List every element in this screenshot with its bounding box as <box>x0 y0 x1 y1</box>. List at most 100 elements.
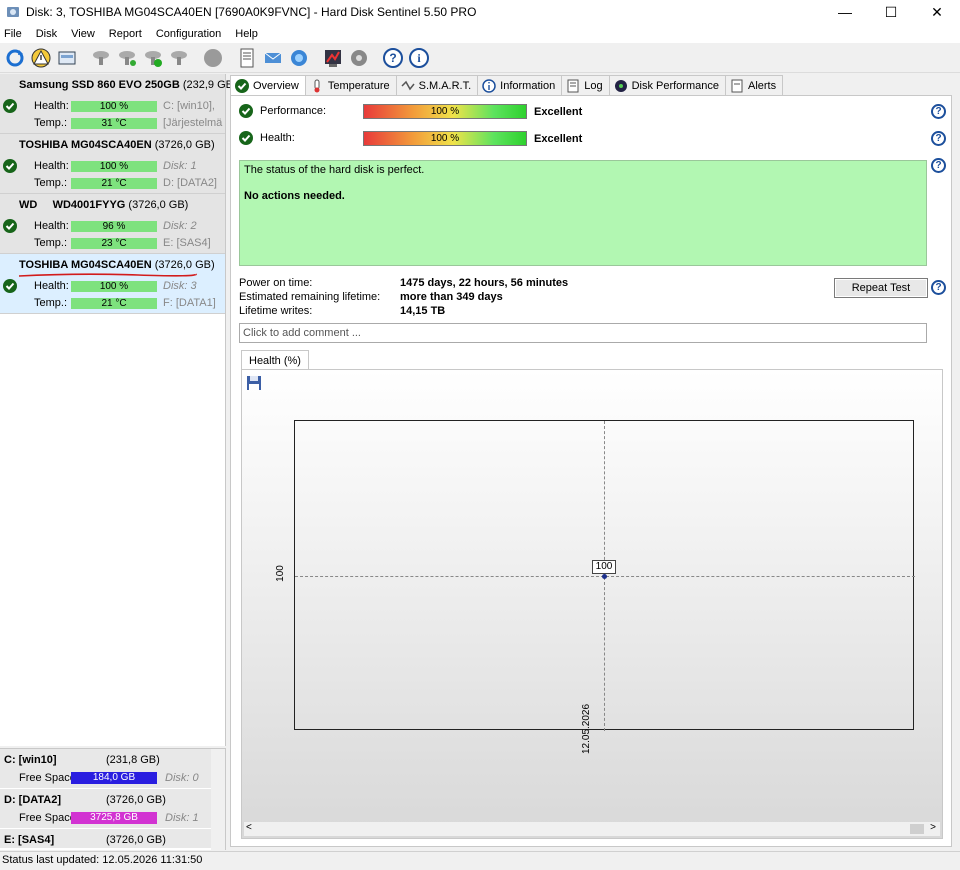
surface-test-icon[interactable] <box>346 45 372 71</box>
disk-icon[interactable] <box>54 45 80 71</box>
power-on-value: 1475 days, 22 hours, 56 minutes <box>400 277 569 289</box>
tab-temperature[interactable]: Temperature <box>304 75 397 95</box>
disk-item-0[interactable]: Samsung SSD 860 EVO 250GB (232,9 GB) D H… <box>0 74 248 134</box>
disk-index: Disk: 1 <box>163 160 197 172</box>
maximize-button[interactable]: ☐ <box>868 0 914 24</box>
toolbar: ? i <box>0 43 960 73</box>
temp-label: Temp.: <box>34 297 68 309</box>
status-action: No actions needed. <box>244 190 345 202</box>
info-icon <box>482 78 496 93</box>
disk-name: TOSHIBA MG04SCA40EN (3726,0 GB) <box>19 139 215 151</box>
help-icon[interactable]: ? <box>931 104 946 119</box>
menu-report[interactable]: Report <box>109 28 142 40</box>
help-icon[interactable]: ? <box>931 280 946 295</box>
scroll-right-arrow[interactable]: > <box>930 822 936 833</box>
menu-configuration[interactable]: Configuration <box>156 28 221 40</box>
partition-item-d[interactable]: D: [DATA2] (3726,0 GB) Free Space 3725,8… <box>0 789 225 829</box>
network-icon[interactable] <box>286 45 312 71</box>
refresh-icon[interactable] <box>2 45 28 71</box>
report-icon[interactable] <box>234 45 260 71</box>
free-space-bar: 3725,8 GB <box>71 812 157 824</box>
scroll-thumb[interactable] <box>910 824 924 834</box>
comment-field[interactable]: Click to add comment ... <box>239 323 927 343</box>
disk-item-1[interactable]: TOSHIBA MG04SCA40EN (3726,0 GB) Health: … <box>0 134 225 194</box>
sensor-add-icon[interactable] <box>114 45 140 71</box>
disk-partition-info: E: [SAS4] <box>163 237 211 249</box>
help-icon[interactable]: ? <box>931 131 946 146</box>
help-icon[interactable]: ? <box>380 45 406 71</box>
sensor-icon[interactable] <box>88 45 114 71</box>
partition-size: (231,8 GB) <box>106 754 160 766</box>
temp-bar: 21 °C <box>71 298 157 309</box>
disk-item-2[interactable]: WD WD4001FYYG (3726,0 GB) Health: 96 % D… <box>0 194 225 254</box>
log-icon <box>567 79 579 92</box>
tab-label: Information <box>500 79 556 92</box>
status-bar: Status last updated: 12.05.2026 11:31:50 <box>0 851 960 870</box>
tab-label: Disk Performance <box>631 79 719 92</box>
ok-check-icon <box>3 219 17 233</box>
temp-label: Temp.: <box>34 237 68 249</box>
remaining-lifetime-value: more than 349 days <box>400 291 503 303</box>
tab-health-graph[interactable]: Health (%) <box>241 350 309 370</box>
scroll-left-arrow[interactable]: < <box>246 822 252 833</box>
close-button[interactable]: ✕ <box>914 0 960 24</box>
benchmark-icon[interactable] <box>320 45 346 71</box>
help-icon[interactable]: ? <box>931 158 946 173</box>
partition-name: D: [DATA2] <box>4 794 62 806</box>
alerts-icon <box>731 79 743 92</box>
partition-disk: Disk: 0 <box>165 772 199 784</box>
send-report-icon[interactable] <box>260 45 286 71</box>
menu-help[interactable]: Help <box>235 28 258 40</box>
disk-name: TOSHIBA MG04SCA40EN (3726,0 GB) <box>19 259 215 271</box>
red-underline-mark <box>18 273 197 277</box>
partition-disk: Disk: 1 <box>165 812 199 824</box>
partition-size: (3726,0 GB) <box>106 794 166 806</box>
menu-file[interactable]: File <box>4 28 22 40</box>
minimize-button[interactable]: — <box>822 0 868 24</box>
alert-icon[interactable] <box>28 45 54 71</box>
menu-disk[interactable]: Disk <box>36 28 57 40</box>
ok-check-icon <box>3 159 17 173</box>
disk-item-3-selected[interactable]: TOSHIBA MG04SCA40EN (3726,0 GB) Health: … <box>0 254 225 314</box>
tab-log[interactable]: Log <box>561 75 610 95</box>
tab-label: S.M.A.R.T. <box>418 79 472 92</box>
health-label: Health: <box>34 220 69 232</box>
free-space-label: Free Space <box>19 812 76 824</box>
stop-icon[interactable] <box>200 45 226 71</box>
tab-overview[interactable]: Overview <box>230 75 306 96</box>
partition-name: C: [win10] <box>4 754 57 766</box>
tab-smart[interactable]: S.M.A.R.T. <box>395 75 479 95</box>
check-icon <box>235 79 249 93</box>
status-message: The status of the hard disk is perfect. <box>244 164 425 176</box>
disk-name: Samsung SSD 860 EVO 250GB (232,9 GB) D <box>19 79 248 91</box>
health-bar: 100 % <box>363 131 527 146</box>
partition-list: C: [win10] (231,8 GB) Free Space 184,0 G… <box>0 748 226 851</box>
chart-data-point <box>602 574 607 579</box>
partition-item-e[interactable]: E: [SAS4] (3726,0 GB) <box>0 829 225 849</box>
chart-y-tick-label: 100 <box>274 565 286 582</box>
sensor-settings-icon[interactable] <box>166 45 192 71</box>
save-icon[interactable] <box>246 375 262 391</box>
partition-item-c[interactable]: C: [win10] (231,8 GB) Free Space 184,0 G… <box>0 749 225 789</box>
sensor-check-icon[interactable] <box>140 45 166 71</box>
disk-partition-info: F: [DATA1] <box>163 297 216 309</box>
tab-disk-performance[interactable]: Disk Performance <box>608 75 726 95</box>
about-icon[interactable]: i <box>406 45 432 71</box>
menu-view[interactable]: View <box>71 28 95 40</box>
partition-name: E: [SAS4] <box>4 834 55 846</box>
tab-alerts[interactable]: Alerts <box>724 75 784 95</box>
disk-name: WD WD4001FYYG (3726,0 GB) <box>19 199 189 211</box>
partition-scrollbar[interactable] <box>211 749 225 851</box>
temp-bar: 31 °C <box>71 118 157 129</box>
graph-scrollbar[interactable]: < > <box>244 822 940 836</box>
health-bar: 100 % <box>71 101 157 112</box>
repeat-test-button[interactable]: Repeat Test <box>834 278 928 298</box>
tab-information[interactable]: Information <box>477 75 563 95</box>
tab-strip: Overview Temperature S.M.A.R.T. Informat… <box>230 75 784 96</box>
health-bar: 100 % <box>71 161 157 172</box>
tab-label: Log <box>584 79 603 92</box>
health-rating: Excellent <box>534 133 583 145</box>
lifetime-writes-label: Lifetime writes: <box>239 305 313 317</box>
health-label: Health: <box>34 100 69 112</box>
overview-panel: Performance: 100 % Excellent ? Health: 1… <box>230 95 952 847</box>
